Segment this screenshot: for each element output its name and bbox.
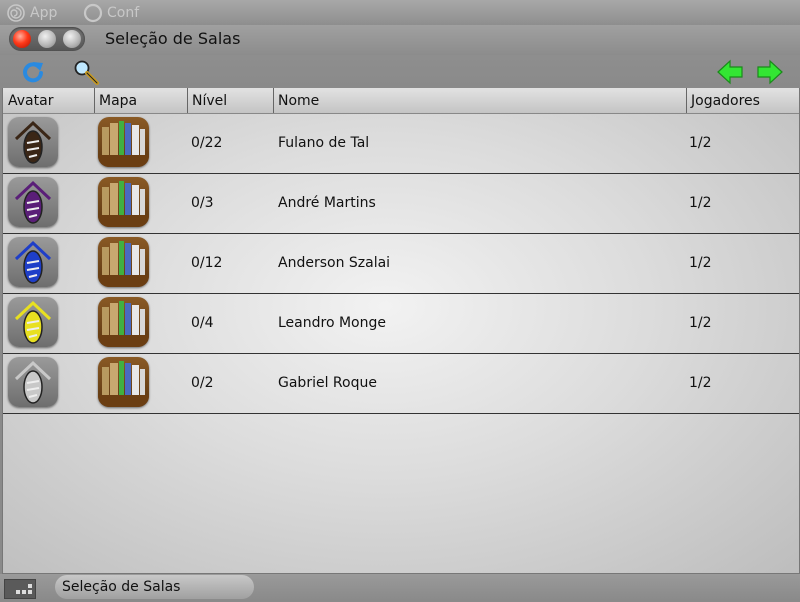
map-thumbnail bbox=[98, 237, 149, 287]
name-cell: Fulano de Tal bbox=[278, 135, 370, 151]
players-cell: 1/2 bbox=[689, 375, 712, 391]
table-row[interactable]: 0/4 Leandro Monge 1/2 bbox=[3, 293, 799, 354]
level-cell: 0/2 bbox=[191, 375, 214, 391]
avatar-figure-icon bbox=[14, 360, 52, 404]
previous-page-button[interactable] bbox=[716, 58, 744, 86]
name-cell: Gabriel Roque bbox=[278, 375, 377, 391]
bookshelf-icon bbox=[98, 361, 149, 407]
spiral-icon bbox=[7, 4, 25, 22]
map-thumbnail bbox=[98, 357, 149, 407]
rooms-table: Avatar Mapa Nível Nome Jogadores 0/22 Ful… bbox=[2, 88, 800, 574]
table-row[interactable]: 0/22 Fulano de Tal 1/2 bbox=[3, 113, 799, 174]
players-cell: 1/2 bbox=[689, 135, 712, 151]
bookshelf-icon bbox=[98, 121, 149, 167]
minimize-button[interactable] bbox=[38, 30, 56, 48]
refresh-button[interactable] bbox=[19, 58, 47, 86]
players-cell: 1/2 bbox=[689, 315, 712, 331]
menu-conf-label: Conf bbox=[107, 5, 140, 21]
taskbar: Seleção de Salas bbox=[0, 574, 800, 600]
name-cell: Leandro Monge bbox=[278, 315, 386, 331]
avatar bbox=[8, 117, 58, 167]
avatar bbox=[8, 177, 58, 227]
avatar bbox=[8, 297, 58, 347]
name-cell: André Martins bbox=[278, 195, 376, 211]
level-cell: 0/3 bbox=[191, 195, 214, 211]
level-cell: 0/4 bbox=[191, 315, 214, 331]
column-header-name[interactable]: Nome bbox=[273, 88, 686, 113]
bookshelf-icon bbox=[98, 241, 149, 287]
table-row[interactable]: 0/12 Anderson Szalai 1/2 bbox=[3, 233, 799, 294]
table-row[interactable]: 0/3 André Martins 1/2 bbox=[3, 173, 799, 234]
menu-app-label: App bbox=[30, 5, 58, 21]
avatar-figure-icon bbox=[14, 180, 52, 224]
column-header-level[interactable]: Nível bbox=[187, 88, 273, 113]
arrow-right-icon bbox=[757, 59, 783, 85]
avatar-figure-icon bbox=[14, 240, 52, 284]
refresh-icon bbox=[23, 62, 43, 83]
avatar bbox=[8, 357, 58, 407]
column-header-map[interactable]: Mapa bbox=[94, 88, 187, 113]
level-cell: 0/22 bbox=[191, 135, 223, 151]
level-cell: 0/12 bbox=[191, 255, 223, 271]
players-cell: 1/2 bbox=[689, 255, 712, 271]
window-titlebar: Seleção de Salas bbox=[0, 25, 800, 55]
window-title: Seleção de Salas bbox=[105, 29, 241, 48]
window-controls bbox=[9, 27, 85, 51]
column-header-players[interactable]: Jogadores bbox=[686, 88, 799, 113]
circle-icon bbox=[83, 3, 103, 23]
players-cell: 1/2 bbox=[689, 195, 712, 211]
bookshelf-icon bbox=[98, 181, 149, 227]
map-thumbnail bbox=[98, 297, 149, 347]
avatar-figure-icon bbox=[14, 120, 52, 164]
close-button[interactable] bbox=[13, 30, 31, 48]
search-button[interactable] bbox=[72, 58, 100, 86]
table-header: Avatar Mapa Nível Nome Jogadores bbox=[3, 88, 799, 114]
table-row[interactable]: 0/2 Gabriel Roque 1/2 bbox=[3, 353, 799, 414]
menu-app[interactable]: App bbox=[6, 3, 57, 23]
avatar bbox=[8, 237, 58, 287]
maximize-button[interactable] bbox=[63, 30, 81, 48]
name-cell: Anderson Szalai bbox=[278, 255, 391, 271]
bookshelf-icon bbox=[98, 301, 149, 347]
taskbar-menu-button[interactable] bbox=[4, 579, 36, 599]
next-page-button[interactable] bbox=[756, 58, 784, 86]
menu-conf[interactable]: Conf bbox=[83, 3, 139, 23]
map-thumbnail bbox=[98, 117, 149, 167]
avatar-figure-icon bbox=[14, 300, 52, 344]
top-menubar: App Conf bbox=[0, 0, 800, 25]
grid-icon bbox=[16, 584, 32, 594]
magnifier-icon bbox=[74, 60, 99, 85]
column-header-avatar[interactable]: Avatar bbox=[3, 88, 94, 113]
taskbar-window-tab[interactable]: Seleção de Salas bbox=[55, 575, 254, 599]
map-thumbnail bbox=[98, 177, 149, 227]
arrow-left-icon bbox=[717, 59, 743, 85]
toolbar bbox=[0, 55, 800, 88]
